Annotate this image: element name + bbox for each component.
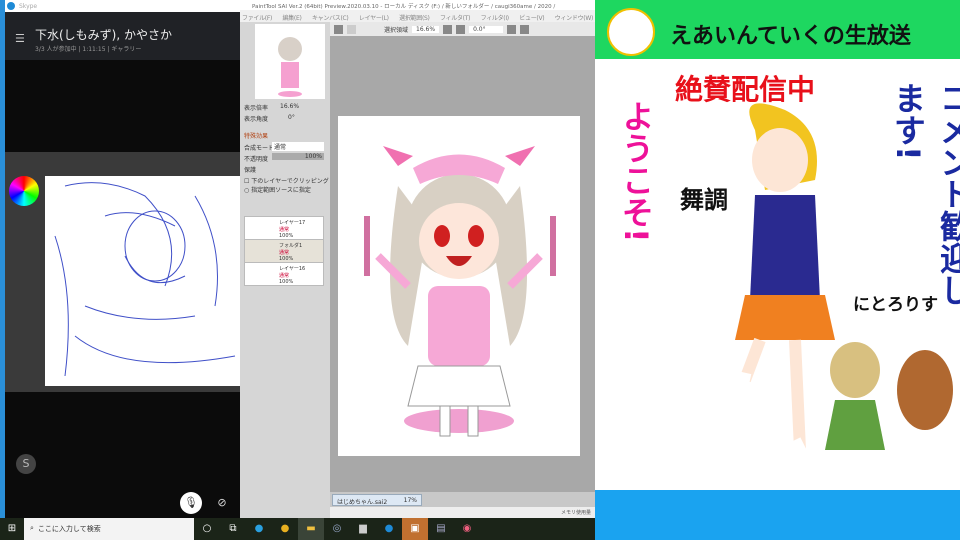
menu-item[interactable]: ウィンドウ(W) [555,13,594,22]
file-explorer-icon[interactable]: ▬ [298,518,324,540]
search-placeholder: ここに入力して検索 [37,525,101,533]
chrome-icon[interactable]: ● [272,518,298,540]
layer-row[interactable]: レイヤー17 通常 100% [245,217,323,239]
avatar [607,8,655,56]
color-wheel-icon [9,176,39,206]
chat-header: ☰ 下水(しもみず), かやさか 3/3 人が参加中 | 1:11:15 | ギ… [5,12,240,60]
blend-select[interactable]: 通常 [272,142,324,151]
protect-label: 保護 [244,167,257,174]
undo-button[interactable] [334,24,343,34]
document-name: はじめちゃん.sai2 [337,499,388,506]
clipping-label: 下のレイヤーでクリッピング [251,178,329,185]
menu-item[interactable]: フィルタ(T) [440,13,470,22]
nav-angle-label: 表示角度 [244,116,269,123]
layer-mode: 通常 [279,250,290,256]
navigator-preview [255,24,325,99]
menu-icon[interactable]: ☰ [15,32,25,45]
selection-toggle[interactable]: 選択領域 [384,25,408,34]
layer-opacity: 100% [279,256,294,262]
selection-source-label: 指定範囲ソースに指定 [251,187,311,194]
window-title: PaintTool SAI Ver.2 (64bit) Preview.2020… [240,0,595,10]
blend-label: 合成モード [244,145,275,152]
zoom-out-button[interactable] [443,24,453,34]
sai-taskbar-icon[interactable]: ▣ [402,518,428,540]
layer-name: フォルダ1 [279,243,303,249]
sai-window: PaintTool SAI Ver.2 (64bit) Preview.2020… [240,0,595,518]
menu-item[interactable]: ファイル(F) [242,13,272,22]
mic-button[interactable]: 🎙 [180,492,202,514]
zoom-in-button[interactable] [456,24,466,34]
layer-row[interactable]: フォルダ1 通常 100% [245,240,323,262]
menu-bar: ファイル(F) 編集(E) キャンバス(C) レイヤー(L) 選択範囲(S) フィルタ(T… [240,10,595,22]
opacity-slider[interactable]: 100% [272,153,324,160]
welcome-text: ようこそ! [617,100,655,243]
opacity-label: 不透明度 [244,156,269,163]
characters-illustration [703,103,953,473]
layer-list: レイヤー17 通常 100% フォルダ1 通常 100% レイヤー16 通常 100% [244,216,324,286]
taskbar-search[interactable]: ⌕ ここに入力して検索 [24,518,194,540]
skype-s-icon[interactable]: S [16,454,36,474]
shared-sketch [45,176,240,386]
layer-opacity: 100% [279,233,294,239]
search-icon: ⌕ [30,524,34,532]
screen-share-view [5,152,240,392]
menu-item[interactable]: ビュー(V) [519,13,544,22]
document-zoom: 17% [403,497,417,504]
clipping-checkbox[interactable]: ☐ 下のレイヤーでクリッピング [244,176,329,185]
zoom-field[interactable]: 16.6% [412,25,440,33]
cortana-icon[interactable]: ○ [194,518,220,540]
nav-angle-value[interactable]: 0° [288,114,295,121]
rotate-right-button[interactable] [520,24,530,34]
edge-icon[interactable]: ● [246,518,272,540]
memory-usage-label: メモリ使用量 [560,510,591,516]
nav-zoom-value[interactable]: 16.6% [280,103,299,110]
redo-button[interactable] [347,24,356,34]
left-panel: 表示倍率 16.6% 表示角度 0° 特殊効果 合成モード 通常 不透明度 10… [240,22,330,518]
app-icon-w[interactable]: ▆ [350,518,376,540]
sketch-lines [54,182,236,377]
chat-title: 下水(しもみず), かやさか [35,28,172,42]
character-illustration [364,146,556,437]
windows-start-icon[interactable]: ⊞ [0,518,24,540]
overlay-footer [595,490,960,540]
taskbar: ⊞ ⌕ ここに入力して検索 ○ ⧉ ● ● ▬ ◎ ▆ ● ▣ ▤ ◉ [0,518,595,540]
app-icon[interactable]: ◎ [324,518,350,540]
layer-name: レイヤー17 [279,220,306,226]
stream-title: えあいんていくの生放送 [670,24,911,49]
menu-item[interactable]: 選択範囲(S) [399,13,430,22]
video-off-button[interactable]: ⊘ [211,492,233,514]
task-view-icon[interactable]: ⧉ [220,518,246,540]
menu-item[interactable]: フィルタ(I) [481,13,510,22]
menu-item[interactable]: 編集(E) [283,13,302,22]
section-special-effects[interactable]: 特殊効果 [244,131,268,140]
skype-window: Skype ☰ 下水(しもみず), かやさか 3/3 人が参加中 | 1:11:… [0,0,240,518]
document-tab[interactable]: はじめちゃん.sai2 17% [332,494,422,506]
skype-logo-icon [7,2,15,10]
toolbar: 選択領域 16.6% 0.0° [330,22,595,36]
layer-opacity: 100% [279,279,294,285]
layer-mode: 通常 [279,227,290,233]
skype-titlebar: Skype [5,0,240,12]
layer-row[interactable]: レイヤー16 通常 100% [245,263,323,285]
menu-item[interactable]: レイヤー(L) [359,13,389,22]
canvas-area [330,36,595,492]
nav-zoom-label: 表示倍率 [244,105,269,112]
app-icon-window[interactable]: ▤ [428,518,454,540]
selection-source-checkbox[interactable]: ○ 指定範囲ソースに指定 [244,185,311,194]
menu-item[interactable]: キャンバス(C) [312,13,349,22]
angle-field[interactable]: 0.0° [469,25,504,33]
layer-name: レイヤー16 [279,266,306,272]
skype-taskbar-icon[interactable]: ● [376,518,402,540]
rotate-left-button[interactable] [507,24,517,34]
app-name: Skype [19,3,38,10]
chat-subtitle: 3/3 人が参加中 | 1:11:15 | ギャラリー [35,46,142,53]
stream-overlay: えあいんていくの生放送 絶賛配信中 ようこそ! コメント歓迎します! 舞調 にと… [595,0,960,540]
layer-mode: 通常 [279,273,290,279]
lips-app-icon[interactable]: ◉ [454,518,480,540]
status-bar: メモリ使用量 [330,507,595,518]
canvas[interactable] [338,116,580,456]
overlay-header: えあいんていくの生放送 [595,0,960,62]
